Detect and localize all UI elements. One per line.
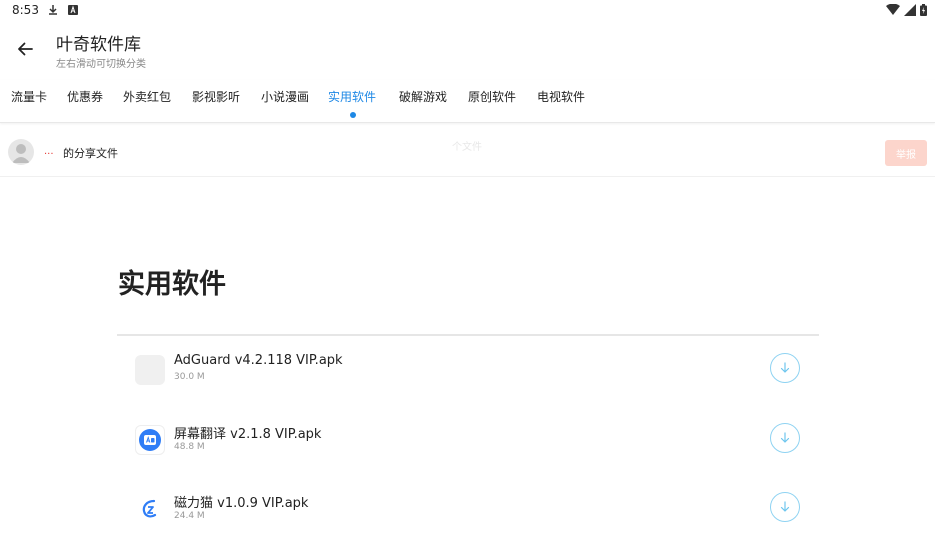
tab-pojie-youxi[interactable]: 破解游戏 (399, 88, 447, 105)
font-icon (68, 5, 78, 15)
translate-app-icon (135, 425, 165, 455)
wifi-icon (886, 4, 900, 15)
translate-logo-icon (139, 429, 161, 451)
magnet-logo-icon (142, 499, 157, 518)
tab-yuanchuang-ruanjian[interactable]: 原创软件 (468, 88, 516, 105)
section-title: 实用软件 (118, 269, 226, 300)
avatar (8, 139, 34, 165)
user-avatar-icon (12, 144, 30, 163)
arrow-back-icon (18, 42, 33, 56)
status-system-icons (886, 4, 927, 16)
download-arrow-icon (780, 362, 790, 373)
share-caption: 的分享文件 (63, 147, 118, 160)
download-icon (49, 5, 57, 15)
file-count-label: 个文件 (452, 142, 482, 153)
file-size: 24.4 M (174, 511, 205, 521)
app-bar: 叶奇软件库 左右滑动可切换分类 (0, 22, 935, 80)
battery-icon (920, 4, 927, 16)
page-subtitle: 左右滑动可切换分类 (56, 59, 146, 70)
app-placeholder-icon (135, 355, 165, 385)
back-button[interactable] (10, 34, 40, 64)
download-arrow-icon (780, 501, 790, 512)
download-button[interactable] (770, 353, 800, 383)
file-list-item[interactable]: 磁力猫 v1.0.9 VIP.apk 24.4 M (117, 492, 819, 552)
download-button[interactable] (770, 423, 800, 453)
report-button[interactable]: 举报 (885, 140, 927, 166)
download-arrow-icon (780, 432, 790, 443)
tab-shiyong-ruanjian[interactable]: 实用软件 (328, 88, 376, 105)
sharer-name: ... (44, 146, 54, 157)
file-list-item[interactable]: 屏幕翻译 v2.1.8 VIP.apk 48.8 M (117, 423, 819, 483)
file-list-item[interactable]: AdGuard v4.2.118 VIP.apk 30.0 M (117, 353, 819, 413)
page-title: 叶奇软件库 (56, 35, 141, 55)
share-info-bar: ... 的分享文件 个文件 举报 (0, 128, 935, 177)
tab-xiaoshuo-manhua[interactable]: 小说漫画 (261, 88, 309, 105)
tab-youhuiquan[interactable]: 优惠券 (67, 88, 103, 105)
status-bar: 8:53 (0, 0, 935, 22)
status-time: 8:53 (12, 3, 39, 17)
file-name: AdGuard v4.2.118 VIP.apk (174, 353, 343, 368)
active-tab-indicator (350, 112, 356, 118)
category-tabs: 流量卡 优惠券 外卖红包 影视影听 小说漫画 实用软件 破解游戏 原创软件 电视… (0, 80, 935, 123)
tab-yingshi-yingting[interactable]: 影视影听 (192, 88, 240, 105)
tab-dianshi-ruanjian[interactable]: 电视软件 (537, 88, 585, 105)
file-name: 屏幕翻译 v2.1.8 VIP.apk (174, 427, 322, 442)
download-button[interactable] (770, 492, 800, 522)
file-name: 磁力猫 v1.0.9 VIP.apk (174, 496, 309, 511)
divider (117, 334, 819, 336)
tab-liuliangka[interactable]: 流量卡 (11, 88, 47, 105)
signal-icon (904, 4, 916, 16)
magnet-cat-app-icon (135, 494, 165, 524)
tab-waimai-hongbao[interactable]: 外卖红包 (123, 88, 171, 105)
status-notification-icons (47, 4, 79, 16)
file-size: 48.8 M (174, 442, 205, 452)
file-size: 30.0 M (174, 372, 205, 382)
